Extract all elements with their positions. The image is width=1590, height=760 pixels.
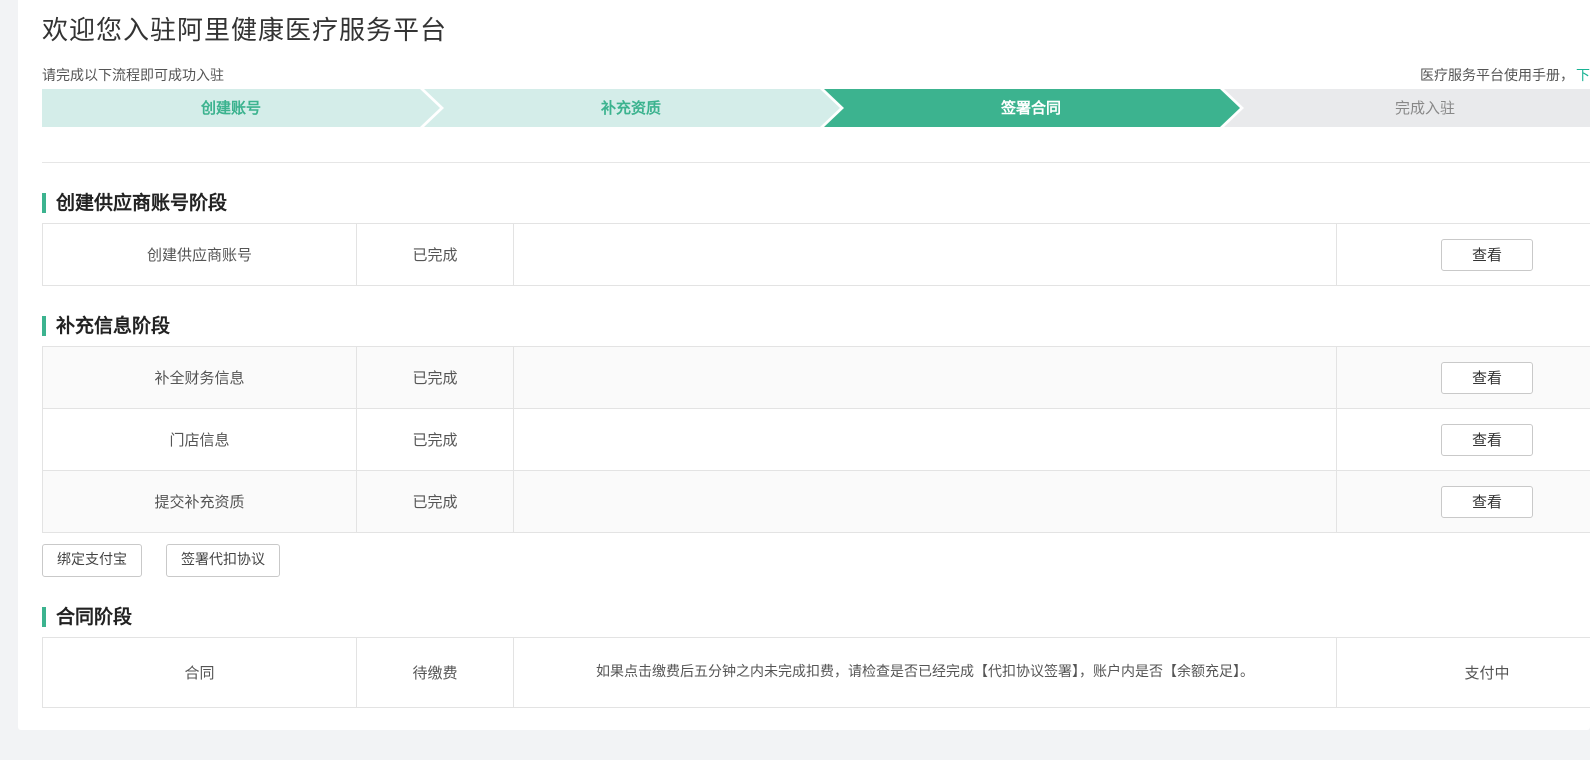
progress-steps: 创建账号 补充资质 签署合同 完成入驻 [42, 89, 1590, 127]
row-action: 查看 [1336, 346, 1590, 409]
row-status: 已完成 [356, 408, 514, 471]
step-sign-contract: 签署合同 [1000, 99, 1061, 117]
supplement-stage-table: 补全财务信息 已完成 查看 门店信息 已完成 查看 提交补充资质 已完成 查看 [42, 346, 1590, 533]
row-status: 待缴费 [356, 637, 514, 708]
divider [42, 162, 1590, 163]
view-button[interactable]: 查看 [1441, 423, 1533, 456]
manual-note: 医疗服务平台使用手册，下 [1420, 65, 1590, 85]
table-row: 合同 待缴费 如果点击缴费后五分钟之内未完成扣费，请检查是否已经完成【代扣协议签… [42, 637, 1590, 708]
row-action: 查看 [1336, 470, 1590, 533]
row-status: 已完成 [356, 470, 514, 533]
row-name: 合同 [42, 637, 357, 708]
row-desc [513, 408, 1337, 471]
page-subtitle: 请完成以下流程即可成功入驻 [42, 68, 224, 84]
step-complete: 完成入驻 [1394, 99, 1455, 117]
row-desc [513, 470, 1337, 533]
manual-download-link[interactable]: 下 [1576, 68, 1590, 84]
row-name: 门店信息 [42, 408, 357, 471]
row-desc: 如果点击缴费后五分钟之内未完成扣费，请检查是否已经完成【代扣协议签署】，账户内是… [513, 637, 1337, 708]
row-status: 已完成 [356, 223, 514, 286]
section-title-supplement: 补充信息阶段 [42, 316, 170, 336]
table-row: 创建供应商账号 已完成 查看 [42, 223, 1590, 286]
table-row: 提交补充资质 已完成 查看 [42, 470, 1590, 533]
row-name: 创建供应商账号 [42, 223, 357, 286]
row-status: 已完成 [356, 346, 514, 409]
table-row: 补全财务信息 已完成 查看 [42, 346, 1590, 409]
view-button[interactable]: 查看 [1441, 485, 1533, 518]
row-action: 查看 [1336, 223, 1590, 286]
section-title-account: 创建供应商账号阶段 [42, 193, 227, 213]
section-title-contract: 合同阶段 [42, 607, 132, 627]
row-name: 提交补充资质 [42, 470, 357, 533]
manual-text: 医疗服务平台使用手册， [1420, 68, 1574, 84]
row-name: 补全财务信息 [42, 346, 357, 409]
page-title: 欢迎您入驻阿里健康医疗服务平台 [42, 16, 448, 46]
step-supplement: 补充资质 [600, 99, 661, 117]
sign-agreement-button[interactable]: 签署代扣协议 [166, 544, 280, 577]
onboarding-card: 欢迎您入驻阿里健康医疗服务平台 请完成以下流程即可成功入驻 医疗服务平台使用手册… [18, 0, 1590, 730]
bind-alipay-button[interactable]: 绑定支付宝 [42, 544, 142, 577]
contract-stage-table: 合同 待缴费 如果点击缴费后五分钟之内未完成扣费，请检查是否已经完成【代扣协议签… [42, 637, 1590, 708]
row-action-status: 支付中 [1336, 637, 1590, 708]
row-desc [513, 346, 1337, 409]
account-stage-table: 创建供应商账号 已完成 查看 [42, 223, 1590, 286]
view-button[interactable]: 查看 [1441, 238, 1533, 271]
step-create-account: 创建账号 [200, 99, 261, 117]
row-desc [513, 223, 1337, 286]
view-button[interactable]: 查看 [1441, 361, 1533, 394]
table-row: 门店信息 已完成 查看 [42, 408, 1590, 471]
row-action: 查看 [1336, 408, 1590, 471]
